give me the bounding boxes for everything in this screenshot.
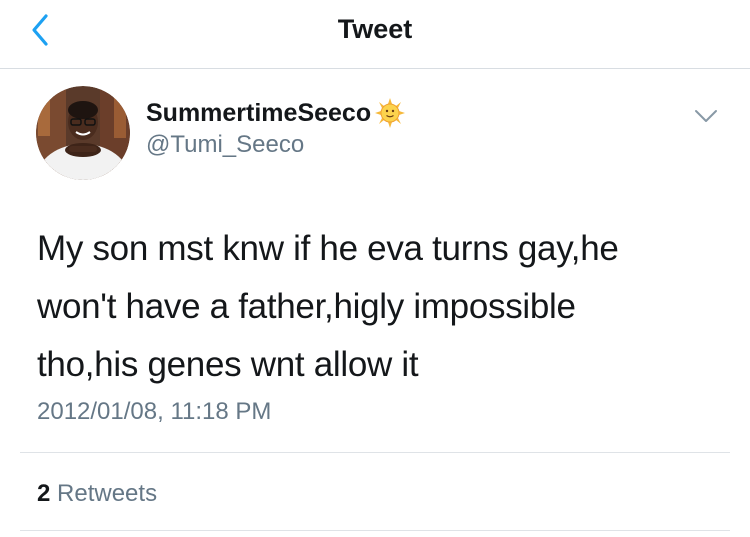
tweet-line: won't have a father,higly impossible (37, 287, 576, 326)
chevron-down-icon (695, 110, 717, 122)
author-name-row: SummertimeSeeco (146, 96, 406, 130)
avatar[interactable] (36, 86, 130, 180)
tweet-body: My son mst knw if he eva turns gay,he wo… (37, 220, 717, 394)
retweets-stat[interactable]: 2 Retweets (37, 480, 157, 508)
avatar-photo (36, 86, 130, 180)
retweets-label: Retweets (57, 480, 158, 507)
tweet-timestamp: 2012/01/08, 11:18 PM (37, 398, 272, 425)
author-handle[interactable]: @Tumi_Seeco (146, 131, 304, 159)
author-display-name[interactable]: SummertimeSeeco (146, 99, 371, 128)
tweet-line: My son mst knw if he eva turns gay,he (37, 229, 619, 268)
tweet-line: tho,his genes wnt allow it (37, 345, 419, 384)
navigation-bar: Tweet (0, 0, 750, 69)
divider (20, 530, 730, 531)
tweet-menu-button[interactable] (692, 104, 720, 128)
retweets-count: 2 (37, 480, 51, 507)
page-title: Tweet (337, 14, 413, 44)
divider (20, 452, 730, 453)
sun-with-face-emoji-icon (375, 98, 406, 128)
